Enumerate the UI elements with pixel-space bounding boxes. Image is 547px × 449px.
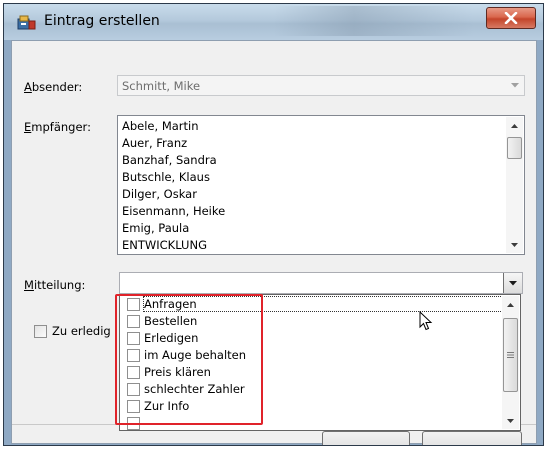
list-item[interactable]: Banzhaf, Sandra [122, 152, 217, 169]
dialog-window: Eintrag erstellen Absender: Schmitt, Mik… [3, 3, 544, 446]
message-label: Mitteilung: [24, 278, 86, 292]
arrow-down-icon [511, 242, 518, 247]
mouse-cursor-icon [419, 311, 433, 331]
recipients-listbox[interactable]: Abele, Martin Auer, Franz Banzhaf, Sandr… [117, 115, 525, 255]
scroll-up-button[interactable] [502, 296, 519, 313]
close-x-icon [504, 12, 518, 24]
list-item[interactable]: Emig, Paula [122, 220, 189, 237]
app-icon [17, 15, 36, 30]
highlight-frame [115, 294, 263, 425]
arrow-down-icon [507, 418, 514, 423]
list-item[interactable]: Auer, Franz [122, 135, 187, 152]
chevron-down-icon [509, 280, 517, 285]
dialog-client-area: Absender: Schmitt, Mike Empfänger: Abele… [11, 40, 537, 445]
message-dropdown-button[interactable] [503, 273, 522, 293]
close-button[interactable] [486, 7, 536, 29]
recipients-scrollbar[interactable] [506, 117, 523, 253]
todo-checkbox[interactable] [34, 325, 47, 338]
sender-dropdown-arrow [506, 76, 524, 95]
list-item[interactable]: ENTWICKLUNG [122, 237, 207, 254]
dropdown-scrollbar[interactable] [502, 296, 519, 429]
todo-label: Zu erledig [52, 324, 111, 338]
sender-label: Absender: [24, 80, 83, 94]
window-title: Eintrag erstellen [44, 13, 160, 29]
scroll-down-button[interactable] [506, 236, 523, 253]
ok-button[interactable] [322, 431, 410, 445]
chevron-down-icon [511, 83, 519, 88]
recipients-label: Empfänger: [24, 120, 91, 134]
scroll-thumb[interactable] [507, 137, 522, 159]
arrow-up-icon [507, 302, 514, 307]
sender-combobox: Schmitt, Mike [117, 75, 525, 96]
list-item[interactable]: Butschle, Klaus [122, 169, 210, 186]
title-bar[interactable]: Eintrag erstellen [4, 4, 543, 40]
list-item[interactable]: Eisenmann, Heike [122, 203, 225, 220]
cancel-button[interactable] [422, 431, 522, 445]
sender-value: Schmitt, Mike [122, 79, 201, 93]
scroll-down-button[interactable] [502, 412, 519, 429]
scroll-thumb[interactable] [503, 318, 518, 392]
scroll-up-button[interactable] [506, 117, 523, 134]
list-item[interactable]: Abele, Martin [122, 118, 199, 135]
list-item[interactable]: Dilger, Oskar [122, 186, 197, 203]
grip-icon [507, 352, 514, 358]
message-combobox[interactable] [119, 272, 523, 294]
arrow-up-icon [511, 123, 518, 128]
